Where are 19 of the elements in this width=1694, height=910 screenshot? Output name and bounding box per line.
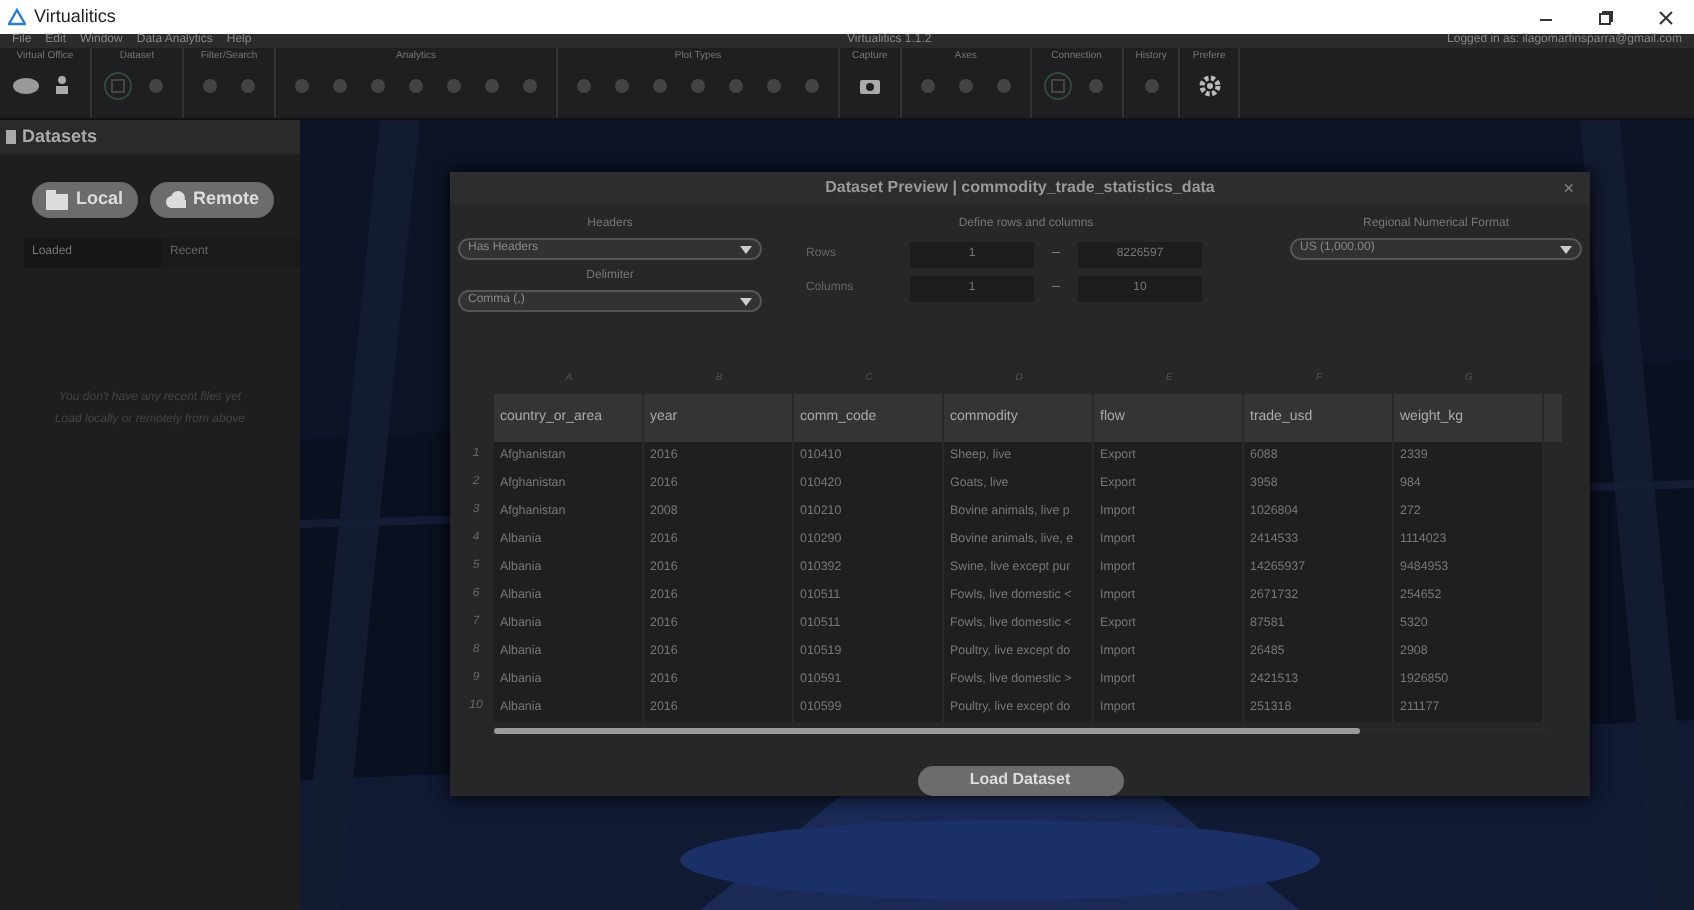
cloud-icon bbox=[163, 190, 186, 210]
close-button[interactable]: × bbox=[1563, 172, 1574, 204]
app-logo-icon bbox=[8, 8, 26, 26]
caret-icon bbox=[740, 245, 752, 253]
window-title: Virtualitics bbox=[34, 3, 116, 30]
load-dataset-button[interactable]: Load Dataset bbox=[917, 765, 1123, 796]
restore-icon[interactable] bbox=[1598, 9, 1614, 25]
caret-icon bbox=[740, 297, 752, 305]
folder-icon bbox=[46, 190, 68, 210]
vip-icon[interactable] bbox=[12, 72, 40, 100]
dialog-title: Dataset Preview | commodity_trade_statistics_data bbox=[825, 178, 1215, 196]
scrollbar-thumb[interactable] bbox=[494, 727, 1360, 734]
gear-icon[interactable] bbox=[1195, 72, 1224, 100]
local-button[interactable]: Local bbox=[32, 182, 138, 218]
caret-icon bbox=[1560, 245, 1572, 253]
remote-button[interactable]: Remote bbox=[149, 182, 274, 218]
database-icon bbox=[6, 130, 16, 144]
close-icon[interactable] bbox=[1658, 9, 1674, 25]
sidebar-title: Datasets bbox=[22, 123, 98, 150]
